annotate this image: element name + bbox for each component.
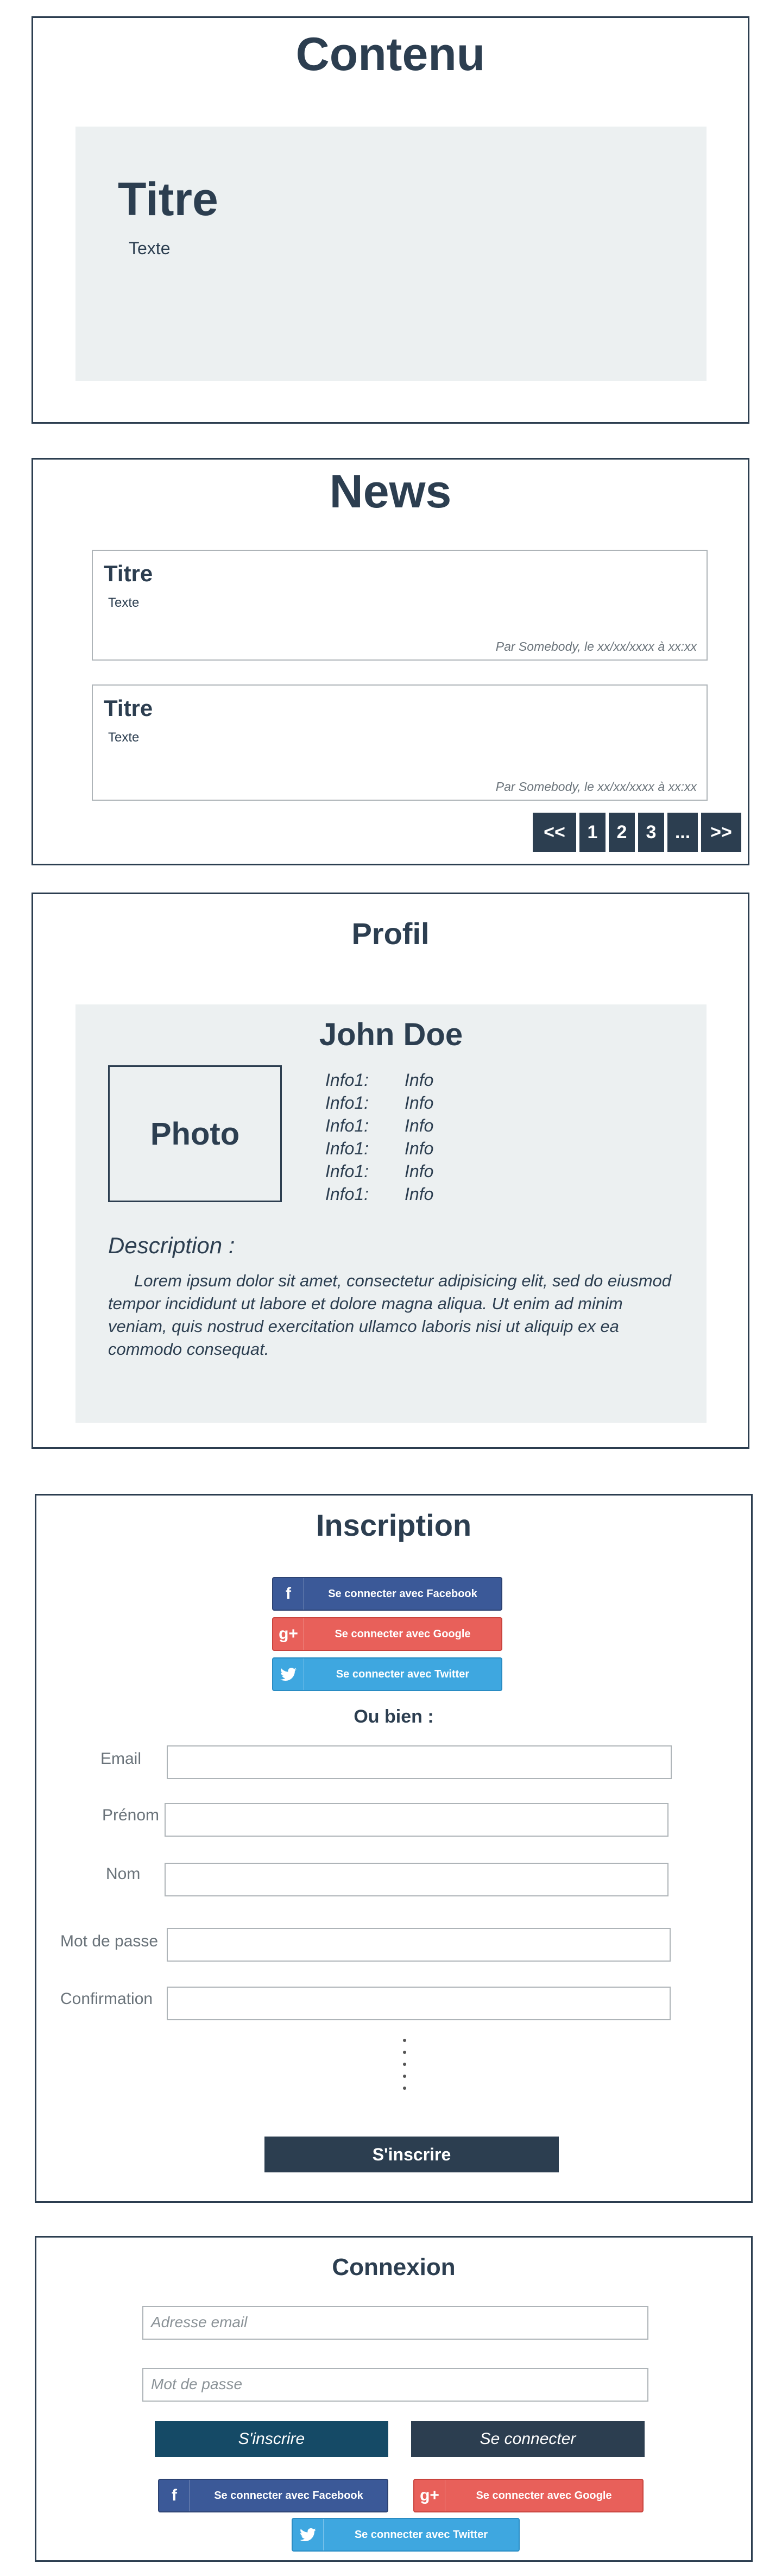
page-last-button[interactable]: >> bbox=[701, 813, 741, 852]
more-fields-ellipsis bbox=[403, 2039, 406, 2090]
google-plus-icon: g+ bbox=[273, 1618, 304, 1650]
google-signup-label: Se connecter avec Google bbox=[335, 1628, 471, 1640]
nom-field[interactable] bbox=[165, 1863, 669, 1896]
news-text: Texte bbox=[108, 730, 140, 745]
inscription-section: Inscription f Se connecter avec Facebook… bbox=[35, 1494, 753, 2203]
prenom-field[interactable] bbox=[165, 1803, 669, 1837]
facebook-signup-button[interactable]: f Se connecter avec Facebook bbox=[272, 1577, 502, 1611]
profil-heading: Profil bbox=[351, 916, 430, 951]
content-text: Texte bbox=[129, 238, 171, 258]
info-row: Info1: Info bbox=[325, 1160, 433, 1183]
google-signup-button[interactable]: g+ Se connecter avec Google bbox=[272, 1617, 502, 1651]
inscription-heading: Inscription bbox=[316, 1508, 472, 1542]
news-title: Titre bbox=[104, 561, 153, 586]
news-meta: Par Somebody, le xx/xx/xxxx à xx:xx bbox=[495, 780, 697, 794]
info-row: Info1: Info bbox=[325, 1137, 433, 1160]
signup-submit-button[interactable]: S'inscrire bbox=[264, 2137, 559, 2172]
twitter-signup-label: Se connecter avec Twitter bbox=[336, 1668, 470, 1680]
profile-panel: John Doe Photo Info1: Info Info1: Info Inf… bbox=[75, 1004, 707, 1423]
description-heading: Description : bbox=[108, 1233, 235, 1258]
info-key: Info1: bbox=[325, 1161, 369, 1181]
google-login-button[interactable]: g+ Se connecter avec Google bbox=[413, 2479, 644, 2512]
info-value: Info bbox=[405, 1139, 434, 1158]
twitter-bird-icon bbox=[273, 1658, 304, 1690]
connexion-heading: Connexion bbox=[332, 2254, 456, 2280]
news-card[interactable]: Titre Texte Par Somebody, le xx/xx/xxxx … bbox=[92, 684, 708, 801]
news-title: Titre bbox=[104, 695, 153, 721]
confirmation-label: Confirmation bbox=[60, 1990, 153, 2008]
info-key: Info1: bbox=[325, 1070, 369, 1090]
page-1-button[interactable]: 1 bbox=[579, 813, 606, 852]
news-text: Texte bbox=[108, 595, 140, 610]
info-value: Info bbox=[405, 1184, 434, 1204]
prenom-label: Prénom bbox=[102, 1806, 160, 1824]
news-meta: Par Somebody, le xx/xx/xxxx à xx:xx bbox=[495, 639, 697, 654]
email-field[interactable] bbox=[167, 1745, 672, 1779]
connexion-section: Connexion Adresse email Mot de passe S'i… bbox=[35, 2236, 753, 2562]
google-login-label: Se connecter avec Google bbox=[476, 2489, 612, 2502]
contenu-heading: Contenu bbox=[295, 28, 485, 80]
info-row: Info1: Info bbox=[325, 1091, 433, 1114]
profile-info-list: Info1: Info Info1: Info Info1: Info Info1: I… bbox=[325, 1069, 433, 1205]
twitter-bird-icon bbox=[293, 2519, 324, 2550]
facebook-icon: f bbox=[273, 1578, 304, 1610]
info-row: Info1: Info bbox=[325, 1183, 433, 1205]
profile-name: John Doe bbox=[319, 1017, 463, 1052]
info-key: Info1: bbox=[325, 1116, 369, 1135]
info-key: Info1: bbox=[325, 1139, 369, 1158]
info-value: Info bbox=[405, 1116, 434, 1135]
login-button[interactable]: Se connecter bbox=[411, 2421, 645, 2457]
profil-section: Profil John Doe Photo Info1: Info Info1: I… bbox=[31, 893, 749, 1449]
info-row: Info1: Info bbox=[325, 1114, 433, 1137]
email-label: Email bbox=[100, 1750, 142, 1768]
facebook-login-label: Se connecter avec Facebook bbox=[214, 2489, 363, 2502]
nom-label: Nom bbox=[106, 1865, 141, 1883]
confirmation-field[interactable] bbox=[167, 1987, 671, 2020]
twitter-login-label: Se connecter avec Twitter bbox=[354, 2528, 488, 2541]
pagination: << 1 2 3 ... >> bbox=[533, 813, 741, 852]
or-separator: Ou bien : bbox=[354, 1706, 434, 1727]
content-panel: Titre Texte bbox=[75, 127, 707, 381]
info-key: Info1: bbox=[325, 1093, 369, 1113]
profile-photo: Photo bbox=[108, 1065, 282, 1202]
twitter-signup-button[interactable]: Se connecter avec Twitter bbox=[272, 1657, 502, 1691]
twitter-login-button[interactable]: Se connecter avec Twitter bbox=[292, 2518, 520, 2552]
facebook-icon: f bbox=[159, 2480, 190, 2511]
signup-button[interactable]: S'inscrire bbox=[155, 2421, 388, 2457]
google-plus-icon: g+ bbox=[414, 2480, 445, 2511]
info-value: Info bbox=[405, 1161, 434, 1181]
login-email-input[interactable]: Adresse email bbox=[142, 2306, 648, 2340]
password-field[interactable] bbox=[167, 1928, 671, 1962]
news-card[interactable]: Titre Texte Par Somebody, le xx/xx/xxxx … bbox=[92, 550, 708, 661]
description-text: Lorem ipsum dolor sit amet, consectetur … bbox=[108, 1271, 672, 1359]
password-label: Mot de passe bbox=[60, 1932, 159, 1950]
info-row: Info1: Info bbox=[325, 1069, 433, 1091]
info-value: Info bbox=[405, 1070, 434, 1090]
login-password-input[interactable]: Mot de passe bbox=[142, 2368, 648, 2402]
facebook-login-button[interactable]: f Se connecter avec Facebook bbox=[158, 2479, 388, 2512]
content-title: Titre bbox=[118, 173, 218, 225]
page-3-button[interactable]: 3 bbox=[638, 813, 664, 852]
info-value: Info bbox=[405, 1093, 434, 1113]
contenu-section: Contenu Titre Texte bbox=[31, 16, 749, 424]
page-first-button[interactable]: << bbox=[533, 813, 576, 852]
info-key: Info1: bbox=[325, 1184, 369, 1204]
news-heading: News bbox=[329, 466, 452, 518]
news-section: News Titre Texte Par Somebody, le xx/xx/… bbox=[31, 458, 749, 865]
facebook-signup-label: Se connecter avec Facebook bbox=[328, 1587, 477, 1600]
page-more-button[interactable]: ... bbox=[667, 813, 698, 852]
page-2-button[interactable]: 2 bbox=[609, 813, 635, 852]
